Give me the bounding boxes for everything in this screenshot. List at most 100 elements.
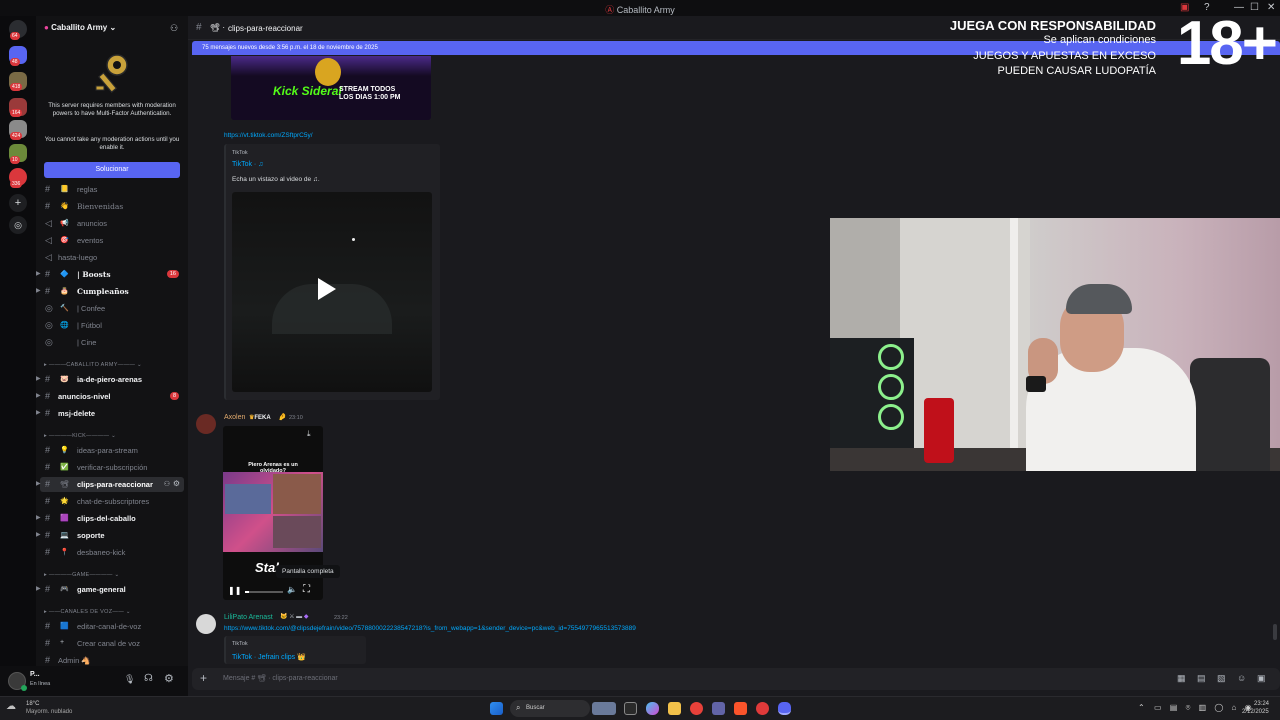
app-icon[interactable]: [756, 702, 769, 715]
chevron-right-icon[interactable]: ▶: [36, 409, 41, 416]
gear-icon[interactable]: ⚙: [173, 479, 180, 488]
hash-icon: #: [45, 445, 51, 455]
channel-hasta-luego[interactable]: ◁ hasta-luego: [36, 250, 188, 265]
download-icon[interactable]: ⤓: [307, 429, 311, 439]
tiktok-link[interactable]: https://vt.tiktok.com/ZSftprC5y/: [224, 132, 313, 139]
channel-editar-canal-de-voz[interactable]: # 🟦 editar-canal-de-voz: [36, 619, 188, 634]
pause-icon[interactable]: ❚❚: [228, 586, 241, 595]
channel-reglas[interactable]: # 📒 reglas: [36, 182, 188, 197]
channel-confee[interactable]: ◎ 🔨 | Confee: [36, 301, 188, 316]
search-box[interactable]: ⌕ Buscar: [510, 700, 590, 717]
explore-icon[interactable]: ◎: [9, 216, 27, 234]
teams-icon[interactable]: [712, 702, 725, 715]
channel-verificar-subscripcion[interactable]: # ✅ verificar-subscripción: [36, 460, 188, 475]
chevron-right-icon[interactable]: ▶: [36, 480, 41, 487]
stream-thumbnail[interactable]: Kick Sideral STREAM TODOS LOS DIAS 1:00 …: [231, 56, 431, 120]
brave-icon[interactable]: [734, 702, 747, 715]
channel-ia-de-piero-arenas[interactable]: ▶ # 🐷 ia-de-piero-arenas: [36, 372, 188, 387]
category-kick[interactable]: ▸ ————KICK———— ⌄: [44, 433, 184, 439]
channel-clips-para-reaccionar[interactable]: ▶ # 📽 clips-para-reaccionar ⚇ ⚙: [36, 477, 184, 492]
chevron-right-icon[interactable]: ▶: [36, 375, 41, 382]
hash-icon: #: [45, 201, 51, 211]
message-author[interactable]: Axolen: [224, 414, 245, 421]
channel-soporte[interactable]: ▶ # 💻 soporte: [36, 528, 188, 543]
message-input[interactable]: Mensaje # 📽 · clips-para-reaccionar: [223, 674, 338, 682]
fullscreen-icon[interactable]: ⛶: [303, 584, 310, 595]
channel-chat-de-subscriptores[interactable]: # 🌟 chat-de-subscriptores: [36, 494, 188, 509]
clock-date[interactable]: 2/12/2025: [1242, 709, 1269, 715]
play-icon[interactable]: [318, 278, 336, 300]
avatar[interactable]: [196, 614, 216, 634]
add-server-icon[interactable]: +: [9, 194, 27, 212]
message-composer[interactable]: + Mensaje # 📽 · clips-para-reaccionar ▦ …: [192, 668, 1280, 690]
channel-label: soporte: [77, 531, 105, 540]
channel-crear-canal-de-voz[interactable]: # + Crear canal de voz: [36, 636, 188, 651]
chevron-right-icon[interactable]: ▶: [36, 287, 41, 294]
channel-emoji: 📒: [60, 186, 69, 193]
message-author[interactable]: LiliPato Arenast: [224, 614, 273, 621]
start-button[interactable]: [490, 702, 503, 715]
fix-mfa-button[interactable]: Solucionar: [44, 162, 180, 178]
tray-chevron-icon[interactable]: ⌃: [1138, 703, 1145, 712]
channel-eventos[interactable]: ◁ 🎯 eventos: [36, 233, 188, 248]
chevron-right-icon[interactable]: ▶: [36, 392, 41, 399]
add-member-icon[interactable]: ⚇: [164, 480, 170, 488]
sticker-icon[interactable]: ▧: [1217, 673, 1226, 684]
guild-name-button[interactable]: ● Caballito Army ⌄: [44, 23, 116, 32]
channel-emoji: 🐷: [60, 376, 69, 383]
channel-anuncios-nivel[interactable]: ▶ # anuncios-nivel 8: [36, 389, 188, 404]
channel-game-general[interactable]: ▶ # 🎮 game-general: [36, 582, 188, 597]
tiktok-link[interactable]: https://www.tiktok.com/@clipsdejefrain/v…: [224, 625, 636, 632]
channel-futbol[interactable]: ◎ 🌐 | Fútbol: [36, 318, 188, 333]
channel-boosts[interactable]: ▶ # 🔷 | Boosts 16: [36, 267, 188, 282]
channel-desbaneo-kick[interactable]: # 📍 desbaneo-kick: [36, 545, 188, 560]
embed-title[interactable]: TikTok · Jefrain clips 👑: [232, 653, 306, 661]
unread-badge: 64: [10, 32, 20, 40]
channel-ideas-para-stream[interactable]: # 💡 ideas-para-stream: [36, 443, 188, 458]
category-canales-de-voz[interactable]: ▸ ——CANALES DE VOZ—— ⌄: [44, 609, 184, 615]
user-panel: P... En línea 🎙 ☊ ⚙: [0, 666, 188, 696]
gear-icon[interactable]: ⚙: [164, 672, 174, 685]
emoji-icon[interactable]: ☺: [1237, 673, 1246, 683]
category-caballito-army[interactable]: ▸ ———CABALLITO ARMY——— ⌄: [44, 362, 184, 368]
taskview-icon[interactable]: [624, 702, 637, 715]
tray-icons[interactable]: ▭ ▤ ⌾ ▥ ◯ ⌂ ◉: [1154, 703, 1255, 713]
attach-icon[interactable]: +: [200, 671, 207, 685]
gif-icon[interactable]: ▤: [1197, 673, 1206, 684]
microphone-icon[interactable]: 🎙: [124, 674, 135, 685]
category-game[interactable]: ▸ ————GAME———— ⌄: [44, 572, 184, 578]
channel-cine[interactable]: ◎ | Cine: [36, 335, 188, 350]
app-icon[interactable]: [690, 702, 703, 715]
discord-icon[interactable]: [778, 702, 791, 715]
headphones-icon[interactable]: ☊: [144, 673, 153, 684]
apps-icon[interactable]: ▣: [1257, 673, 1266, 684]
channel-anuncios[interactable]: ◁ 📢 anuncios: [36, 216, 188, 231]
hash-icon: #: [45, 269, 51, 279]
clock-time[interactable]: 23:24: [1254, 701, 1269, 707]
gift-icon[interactable]: ▦: [1177, 673, 1186, 684]
widget-icon[interactable]: [592, 702, 616, 715]
unread-badge: 48: [10, 58, 20, 66]
weather-temp: 18°C: [26, 701, 40, 707]
channel-clips-del-caballo[interactable]: ▶ # 🟪 clips-del-caballo: [36, 511, 188, 526]
chevron-right-icon[interactable]: ▶: [36, 531, 41, 538]
chevron-right-icon[interactable]: ▶: [36, 270, 41, 277]
volume-icon[interactable]: 🔈: [287, 585, 297, 594]
channel-bienvenidas[interactable]: # 👋 Bienvenidas: [36, 199, 188, 214]
tooltip: Pantalla completa: [276, 565, 340, 578]
progress-track[interactable]: [245, 591, 283, 593]
channel-msj-delete[interactable]: ▶ # msj-delete: [36, 406, 188, 421]
avatar[interactable]: [196, 414, 216, 434]
channel-cumpleanos[interactable]: ▶ # 🎂 Cumpleaños: [36, 284, 188, 299]
copilot-icon[interactable]: [646, 702, 659, 715]
embed-title[interactable]: TikTok · ♫: [232, 161, 263, 168]
folder-icon[interactable]: [668, 702, 681, 715]
video-collage-tile: [273, 474, 321, 514]
video-player[interactable]: [232, 192, 432, 392]
add-member-icon[interactable]: ⚇: [170, 23, 178, 34]
chevron-right-icon[interactable]: ▶: [36, 585, 41, 592]
chevron-right-icon[interactable]: ▶: [36, 514, 41, 521]
hash-icon: #: [45, 513, 51, 523]
scrollbar[interactable]: [1273, 624, 1277, 640]
hash-icon: #: [45, 547, 51, 557]
